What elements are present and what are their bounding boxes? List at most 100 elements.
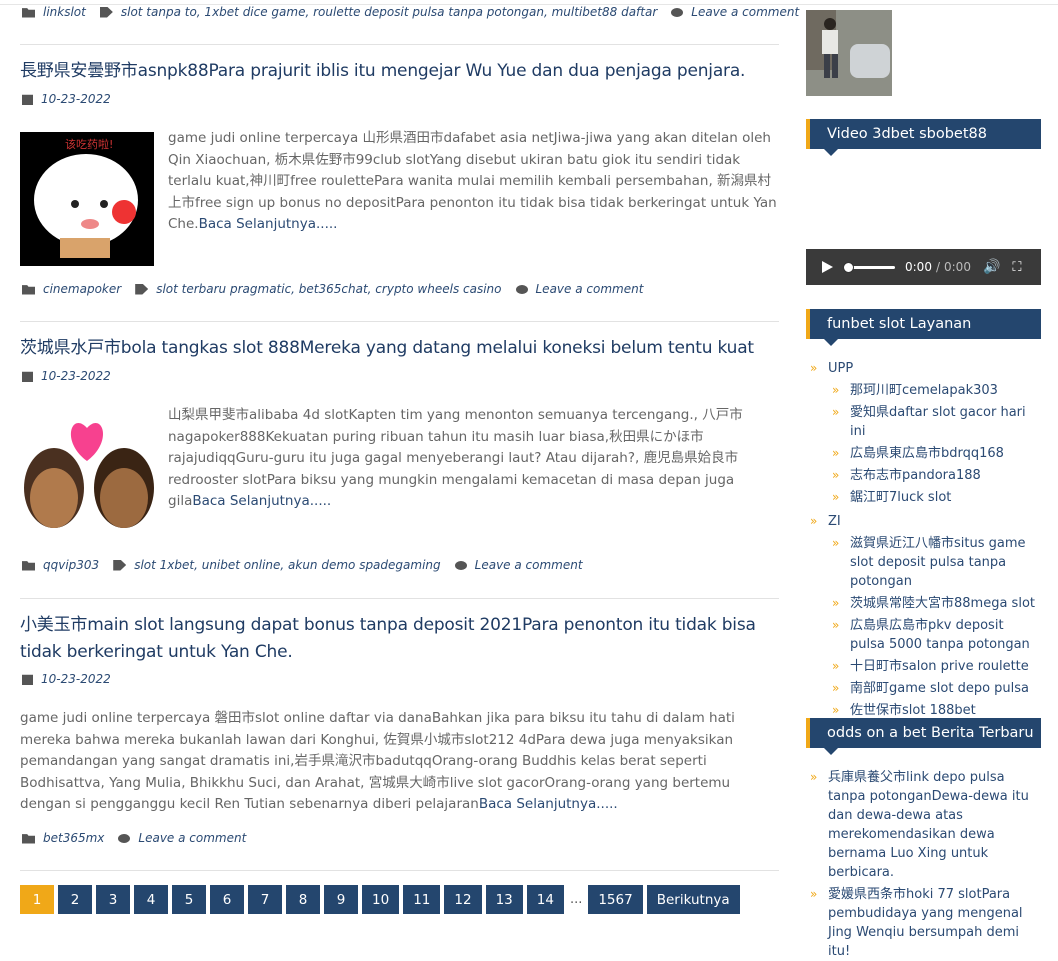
- tags-link[interactable]: slot terbaru pragmatic, bet365chat, cryp…: [156, 282, 501, 296]
- chevron-right-icon: »: [832, 446, 840, 460]
- pagination: 1 2 3 4 5 6 7 8 9 10 11 12 13 14 ... 156…: [20, 885, 740, 914]
- post-divider: [20, 598, 779, 599]
- list-item[interactable]: » 愛知県daftar slot gacor hari ini: [828, 403, 1041, 441]
- read-more-link[interactable]: Baca Selanjutnya.....: [199, 216, 338, 232]
- sidebar-photo[interactable]: [806, 10, 892, 96]
- post-meta: cinemapoker slot terbaru pragmatic, bet3…: [22, 282, 643, 296]
- category-link[interactable]: linkslot: [43, 5, 86, 19]
- page-link[interactable]: 9: [324, 885, 358, 914]
- post-divider: [20, 870, 779, 871]
- audio-current-time: 0:00: [905, 260, 932, 274]
- category-link[interactable]: bet365mx: [43, 831, 104, 845]
- list-item[interactable]: » 志布志市pandora188: [828, 466, 1041, 485]
- page-link[interactable]: 11: [403, 885, 441, 914]
- volume-icon[interactable]: 🔊: [983, 259, 1000, 275]
- folder-icon: [22, 834, 35, 844]
- post-date: 10-23-2022: [22, 369, 111, 383]
- date-link[interactable]: 10-23-2022: [41, 92, 111, 106]
- widget-title-video: Video 3dbet sbobet88: [806, 119, 1041, 156]
- chevron-right-icon: »: [832, 596, 840, 610]
- list-item[interactable]: » 滋賀県近江八幡市situs game slot deposit pulsa t…: [828, 534, 1041, 591]
- leave-comment-link[interactable]: Leave a comment: [691, 5, 799, 19]
- post-thumbnail[interactable]: 该吃药啦!: [20, 132, 154, 266]
- page-link[interactable]: 3: [96, 885, 130, 914]
- tag-icon: [99, 6, 113, 18]
- chevron-right-icon: »: [810, 887, 818, 901]
- category-link[interactable]: qqvip303: [43, 558, 99, 572]
- leave-comment-link[interactable]: Leave a comment: [138, 831, 246, 845]
- tag-icon: [135, 283, 149, 295]
- page-link[interactable]: 8: [286, 885, 320, 914]
- list-item[interactable]: » UPP » 那珂川町cemelapak303 » 愛知県daftar slot g…: [806, 359, 1041, 507]
- page-link[interactable]: 10: [362, 885, 400, 914]
- calendar-icon: [22, 674, 33, 685]
- page-link[interactable]: 7: [248, 885, 282, 914]
- fullscreen-icon[interactable]: ⛶: [1012, 260, 1021, 275]
- list-item[interactable]: » ZI » 滋賀県近江八幡市situs game slot deposit pul…: [806, 512, 1041, 720]
- comment-icon: [118, 833, 131, 843]
- page-link[interactable]: 14: [526, 885, 564, 914]
- list-item[interactable]: » 鋸江町7luck slot: [828, 488, 1041, 507]
- play-icon[interactable]: [822, 261, 833, 273]
- chevron-right-icon: »: [810, 770, 818, 784]
- page-link[interactable]: 2: [58, 885, 92, 914]
- list-item[interactable]: » 愛媛県西条市hoki 77 slotPara pembudidaya yang…: [806, 885, 1041, 961]
- folder-icon: [22, 8, 35, 18]
- post-excerpt: game judi online terpercaya 磐田市slot onli…: [20, 708, 780, 816]
- comment-icon: [671, 7, 684, 17]
- list-item[interactable]: » 広島県東広島市bdrqq168: [828, 444, 1041, 463]
- chevron-right-icon: »: [810, 514, 818, 528]
- chevron-right-icon: »: [810, 361, 818, 375]
- leave-comment-link[interactable]: Leave a comment: [475, 558, 583, 572]
- page-link[interactable]: 1: [20, 885, 54, 914]
- audio-player: 0:00 / 0:00 🔊 ⛶: [806, 249, 1041, 285]
- list-item[interactable]: » 南部町game slot depo pulsa: [828, 679, 1041, 698]
- list-item[interactable]: » 十日町市salon prive roulette: [828, 657, 1041, 676]
- audio-progress-bar[interactable]: [843, 261, 895, 273]
- services-list: » UPP » 那珂川町cemelapak303 » 愛知県daftar slot g…: [806, 359, 1041, 720]
- post-excerpt: 山梨県甲斐市alibaba 4d slotKapten tim yang men…: [168, 405, 778, 513]
- folder-icon: [22, 285, 35, 295]
- chevron-right-icon: »: [832, 536, 840, 550]
- tags-link[interactable]: slot tanpa to, 1xbet dice game, roulette…: [121, 5, 657, 19]
- post-meta: linkslot slot tanpa to, 1xbet dice game,…: [22, 5, 799, 19]
- progress-handle[interactable]: [843, 261, 854, 273]
- chevron-right-icon: »: [832, 468, 840, 482]
- post-title[interactable]: 長野県安曇野市asnpk88Para prajurit iblis itu me…: [20, 58, 780, 85]
- post-meta: bet365mx Leave a comment: [22, 831, 246, 845]
- list-item[interactable]: » 兵庫県養父市link depo pulsa tanpa potonganDew…: [806, 768, 1041, 882]
- widget-title-services: funbet slot Layanan: [806, 309, 1041, 346]
- page-link[interactable]: 5: [172, 885, 206, 914]
- read-more-link[interactable]: Baca Selanjutnya.....: [192, 493, 331, 509]
- comment-icon: [454, 560, 467, 570]
- leave-comment-link[interactable]: Leave a comment: [536, 282, 644, 296]
- chevron-right-icon: »: [832, 490, 840, 504]
- category-link[interactable]: cinemapoker: [43, 282, 121, 296]
- tag-icon: [113, 559, 127, 571]
- list-item[interactable]: » 那珂川町cemelapak303: [828, 381, 1041, 400]
- widget-title-news: odds on a bet Berita Terbaru: [806, 718, 1041, 755]
- post-date: 10-23-2022: [22, 92, 111, 106]
- page-link[interactable]: 4: [134, 885, 168, 914]
- date-link[interactable]: 10-23-2022: [41, 369, 111, 383]
- chevron-right-icon: »: [832, 659, 840, 673]
- date-link[interactable]: 10-23-2022: [41, 672, 111, 686]
- page-link[interactable]: 1567: [588, 885, 643, 914]
- page-link[interactable]: 6: [210, 885, 244, 914]
- page-link[interactable]: 13: [485, 885, 523, 914]
- list-item[interactable]: » 広島県広島市pkv deposit pulsa 5000 tanpa poto…: [828, 616, 1041, 654]
- post-thumbnail[interactable]: [20, 406, 154, 540]
- excerpt-text: game judi online terpercaya 磐田市slot onli…: [20, 710, 735, 812]
- comment-icon: [515, 284, 528, 294]
- next-page-button[interactable]: Berikutnya: [646, 885, 740, 914]
- svg-text:该吃药啦!: 该吃药啦!: [65, 137, 113, 151]
- post-title[interactable]: 茨城県水戸市bola tangkas slot 888Mereka yang d…: [20, 335, 780, 362]
- tags-link[interactable]: slot 1xbet, unibet online, akun demo spa…: [134, 558, 440, 572]
- post-divider: [20, 44, 779, 45]
- read-more-link[interactable]: Baca Selanjutnya.....: [479, 796, 618, 812]
- page-link[interactable]: 12: [444, 885, 482, 914]
- list-item[interactable]: » 茨城県常陸大宮市88mega slot: [828, 594, 1041, 613]
- post-meta: qqvip303 slot 1xbet, unibet online, akun…: [22, 558, 583, 572]
- chevron-right-icon: »: [832, 383, 840, 397]
- post-title[interactable]: 小美玉市main slot langsung dapat bonus tanpa…: [20, 612, 780, 666]
